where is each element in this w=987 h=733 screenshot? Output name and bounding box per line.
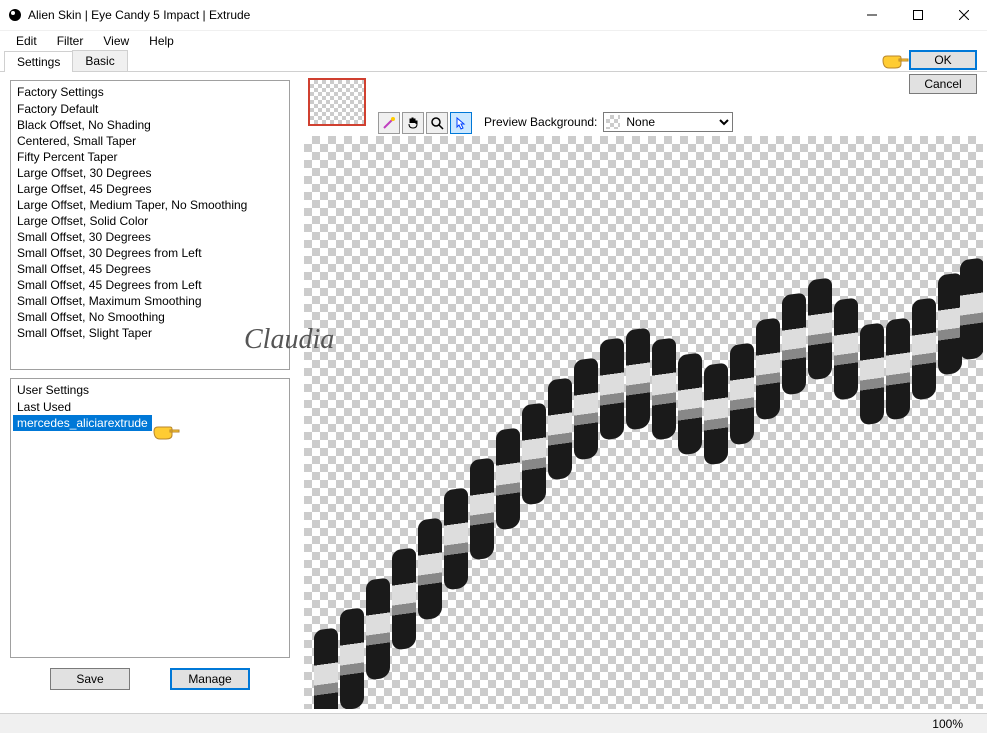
manage-button[interactable]: Manage: [170, 668, 250, 690]
factory-item[interactable]: Small Offset, 30 Degrees: [13, 229, 287, 245]
factory-item[interactable]: Large Offset, Medium Taper, No Smoothing: [13, 197, 287, 213]
factory-item[interactable]: Large Offset, 30 Degrees: [13, 165, 287, 181]
minimize-button[interactable]: [849, 0, 895, 30]
tab-strip: Settings Basic: [0, 50, 987, 72]
dialog-action-buttons: OK Cancel: [909, 50, 977, 94]
save-button[interactable]: Save: [50, 668, 130, 690]
app-icon: [8, 8, 22, 22]
left-panel-buttons: Save Manage: [10, 668, 290, 690]
tab-settings[interactable]: Settings: [4, 51, 73, 72]
factory-item[interactable]: Small Offset, Slight Taper: [13, 325, 287, 341]
status-bar: 100%: [0, 713, 987, 733]
factory-item[interactable]: Black Offset, No Shading: [13, 117, 287, 133]
preview-toolbar: Preview Background: None: [300, 72, 987, 132]
preview-thumbnail[interactable]: [308, 78, 366, 126]
title-bar: Alien Skin | Eye Candy 5 Impact | Extrud…: [0, 0, 987, 30]
factory-settings-list[interactable]: Factory Settings Factory Default Black O…: [10, 80, 290, 370]
user-settings-list[interactable]: User Settings Last Used mercedes_aliciar…: [10, 378, 290, 658]
menu-bar: Edit Filter View Help: [0, 30, 987, 50]
preview-bg-label: Preview Background:: [484, 115, 597, 129]
pointer-tool-icon[interactable]: [450, 112, 472, 134]
zoom-level: 100%: [932, 717, 963, 731]
factory-item[interactable]: Small Offset, No Smoothing: [13, 309, 287, 325]
cancel-button[interactable]: Cancel: [909, 74, 977, 94]
factory-item[interactable]: Small Offset, 30 Degrees from Left: [13, 245, 287, 261]
factory-item[interactable]: Large Offset, Solid Color: [13, 213, 287, 229]
ok-button[interactable]: OK: [909, 50, 977, 70]
main-area: Factory Settings Factory Default Black O…: [0, 72, 987, 713]
user-settings-header: User Settings: [13, 381, 287, 399]
wand-tool-icon[interactable]: [378, 112, 400, 134]
factory-item[interactable]: Factory Default: [13, 101, 287, 117]
factory-item[interactable]: Fifty Percent Taper: [13, 149, 287, 165]
left-panel: Factory Settings Factory Default Black O…: [0, 72, 300, 713]
close-button[interactable]: [941, 0, 987, 30]
preview-bg-select[interactable]: None: [603, 112, 733, 132]
factory-item[interactable]: Small Offset, 45 Degrees: [13, 261, 287, 277]
tab-basic[interactable]: Basic: [72, 50, 127, 71]
factory-item[interactable]: Large Offset, 45 Degrees: [13, 181, 287, 197]
window-title: Alien Skin | Eye Candy 5 Impact | Extrud…: [28, 8, 849, 22]
hand-tool-icon[interactable]: [402, 112, 424, 134]
maximize-button[interactable]: [895, 0, 941, 30]
window-buttons: [849, 0, 987, 30]
menu-view[interactable]: View: [93, 32, 139, 50]
user-item[interactable]: Last Used: [13, 399, 287, 415]
factory-settings-header: Factory Settings: [13, 83, 287, 101]
user-item-selected[interactable]: mercedes_aliciarextrude: [13, 415, 152, 431]
tool-group: [378, 112, 472, 134]
menu-filter[interactable]: Filter: [47, 32, 94, 50]
factory-item[interactable]: Centered, Small Taper: [13, 133, 287, 149]
preview-background-control: Preview Background: None: [484, 112, 733, 132]
menu-edit[interactable]: Edit: [6, 32, 47, 50]
zoom-tool-icon[interactable]: [426, 112, 448, 134]
menu-help[interactable]: Help: [139, 32, 184, 50]
factory-item[interactable]: Small Offset, Maximum Smoothing: [13, 293, 287, 309]
preview-canvas[interactable]: [304, 136, 983, 709]
factory-item[interactable]: Small Offset, 45 Degrees from Left: [13, 277, 287, 293]
right-panel: Preview Background: None: [300, 72, 987, 713]
